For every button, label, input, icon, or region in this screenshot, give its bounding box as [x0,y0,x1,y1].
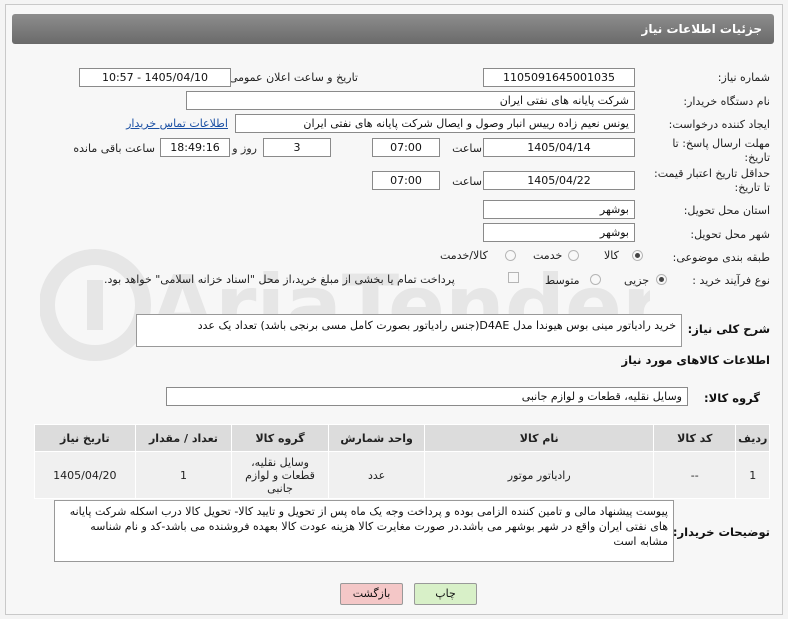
validity-date-field: 1405/04/22 [483,171,635,190]
deadline-date-field: 1405/04/14 [483,138,635,157]
col-unit: واحد شمارش [327,424,426,452]
creator-field: یونس نعیم زاده رییس انبار وصول و ایصال ش… [235,114,635,133]
cell-code: -- [653,451,737,499]
category-service-radio[interactable] [568,250,579,261]
need-description-label: شرح کلی نیاز: [687,322,770,336]
announce-date-field: 1405/04/10 - 10:57 [79,68,231,87]
category-label: طبقه بندی موضوعی: [672,251,770,264]
category-goods-service-radio[interactable] [505,250,516,261]
col-name: نام کالا [424,424,655,452]
process-minor-radio[interactable] [656,274,667,285]
page-title: جزئیات اطلاعات نیاز [641,22,762,36]
cell-quantity: 1 [134,451,233,499]
page-header: جزئیات اطلاعات نیاز [12,14,774,44]
print-button[interactable]: چاپ [414,583,477,605]
price-validity-label-date: تا تاریخ: [734,181,770,194]
col-row: ردیف [735,424,770,452]
buyer-contact-link[interactable]: اطلاعات تماس خریدار [126,117,228,130]
announce-date-label: تاریخ و ساعت اعلان عمومی: [225,71,358,84]
cell-name: رادیاتور موتور [424,451,655,499]
goods-group-label: گروه کالا: [704,391,760,405]
validity-time-label: ساعت [452,175,482,188]
buyer-notes-field: پیوست پیشنهاد مالی و تامین کننده الزامی … [54,500,674,562]
cell-unit: عدد [327,451,426,499]
buyer-org-label: نام دستگاه خریدار: [683,95,770,108]
treasury-payment-checkbox[interactable] [508,272,519,283]
buyer-notes-label: توضیحات خریدار: [672,525,770,539]
process-type-label: نوع فرآیند خرید : [692,274,770,287]
deadline-label-date: تاریخ: [744,151,770,164]
city-label: شهر محل تحویل: [690,228,770,241]
cell-need-date: 1405/04/20 [34,451,136,499]
deadline-time-label: ساعت [452,142,482,155]
remaining-days-field: 3 [263,138,331,157]
province-label: استان محل تحویل: [683,204,770,217]
col-need-date: تاریخ نیاز [34,424,136,452]
need-number-label: شماره نیاز: [717,71,770,84]
validity-time-field: 07:00 [372,171,440,190]
deadline-time-field: 07:00 [372,138,440,157]
col-quantity: تعداد / مقدار [134,424,233,452]
process-minor-label: جزیی [624,274,650,287]
table-row: 1 -- رادیاتور موتور عدد وسایل نقلیه، قطع… [34,451,770,499]
process-medium-radio[interactable] [590,274,601,285]
treasury-payment-note: پرداخت تمام یا بخشی از مبلغ خرید،از محل … [104,273,455,286]
category-goods-radio[interactable] [632,250,643,261]
province-field: بوشهر [483,200,635,219]
need-description-field: خرید رادیاتور مینی بوس هیوندا مدل D4AE(ج… [136,314,682,347]
process-medium-label: متوسط [545,274,580,287]
goods-table: ردیف کد کالا نام کالا واحد شمارش گروه کا… [34,424,770,499]
col-group: گروه کالا [231,424,329,452]
city-field: بوشهر [483,223,635,242]
goods-group-field: وسایل نقلیه، قطعات و لوازم جانبی [166,387,688,406]
cell-group: وسایل نقلیه، قطعات و لوازم جانبی [231,451,329,499]
remaining-time-label: ساعت باقی مانده [73,142,155,155]
days-label: روز و [232,142,257,155]
category-goods-label: کالا [604,249,619,262]
category-goods-service-label: کالا/خدمت [440,249,488,262]
category-service-label: خدمت [533,249,563,262]
creator-label: ایجاد کننده درخواست: [668,118,770,131]
remaining-time-field: 18:49:16 [160,138,230,157]
col-code: کد کالا [653,424,737,452]
back-button[interactable]: بازگشت [340,583,403,605]
price-validity-label: حداقل تاریخ اعتبار قیمت: [654,167,770,180]
deadline-label: مهلت ارسال پاسخ: تا [672,137,770,150]
goods-section-title: اطلاعات کالاهای مورد نیاز [621,353,770,367]
buyer-org-field: شرکت پایانه های نفتی ایران [186,91,635,110]
need-number-field: 1105091645001035 [483,68,635,87]
goods-table-header: ردیف کد کالا نام کالا واحد شمارش گروه کا… [34,424,770,452]
cell-row: 1 [735,451,770,499]
